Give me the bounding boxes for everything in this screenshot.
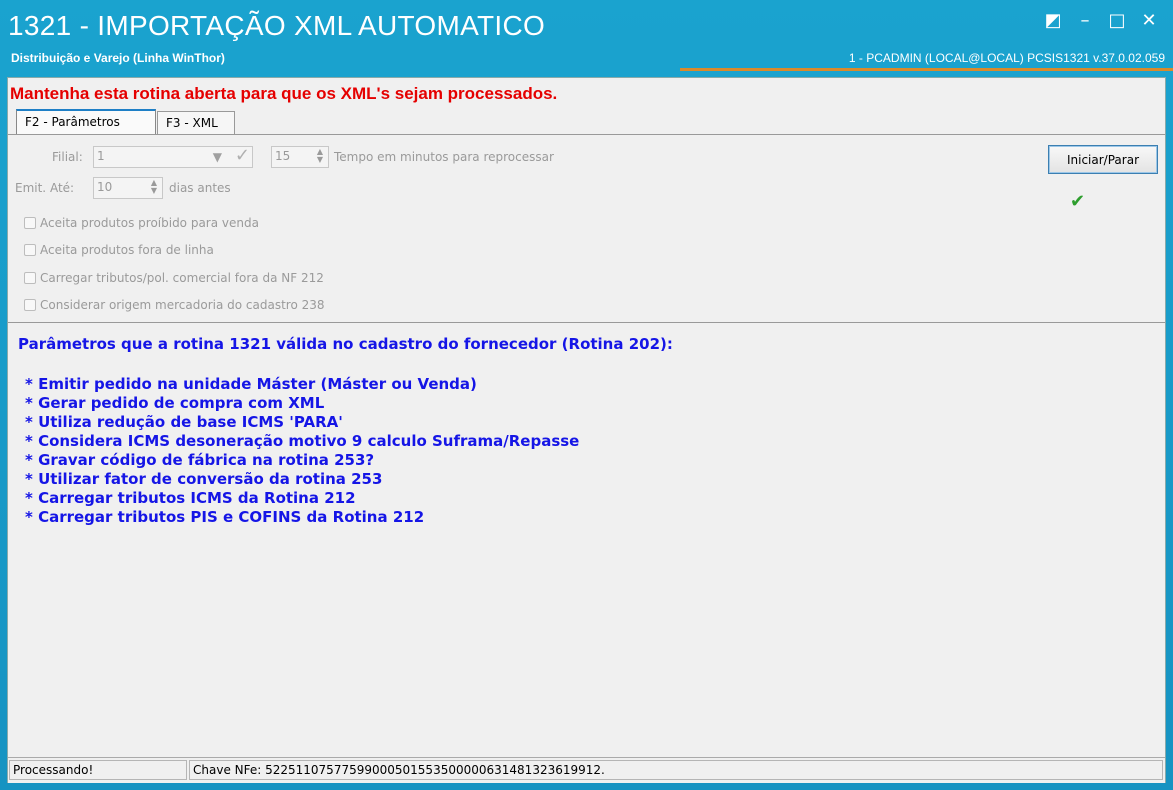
tab-parametros[interactable]: F2 - Parâmetros bbox=[16, 109, 156, 134]
list-item: * Carregar tributos PIS e COFINS da Roti… bbox=[25, 508, 425, 526]
checkbox[interactable] bbox=[24, 217, 36, 229]
list-item: * Considera ICMS desoneração motivo 9 ca… bbox=[25, 432, 580, 450]
app-window: 1321 - IMPORTAÇÃO XML AUTOMATICO Distrib… bbox=[0, 0, 1173, 790]
user-info: 1 - PCADMIN (LOCAL@LOCAL) PCSIS1321 v.37… bbox=[848, 51, 1165, 65]
warning-message: Mantenha esta rotina aberta para que os … bbox=[10, 84, 558, 103]
window-subtitle: Distribuição e Varejo (Linha WinThor) bbox=[11, 51, 225, 65]
checkbox-proibido-venda[interactable]: Aceita produtos proíbido para venda bbox=[24, 214, 259, 232]
spinner-arrows-icon[interactable]: ▲ ▼ bbox=[314, 148, 326, 166]
filial-label: Filial: bbox=[52, 150, 83, 164]
checkbox-label: Carregar tributos/pol. comercial fora da… bbox=[40, 271, 324, 285]
emit-value: 10 bbox=[97, 180, 113, 194]
info-title: Parâmetros que a rotina 1321 válida no c… bbox=[18, 335, 673, 353]
emit-suffix: dias antes bbox=[169, 181, 231, 195]
status-bar: Processando! Chave NFe: 5225110757759900… bbox=[8, 757, 1165, 783]
checkbox[interactable] bbox=[24, 299, 36, 311]
emit-spinner[interactable]: 10 ▲ ▼ bbox=[93, 177, 163, 199]
title-bar[interactable]: 1321 - IMPORTAÇÃO XML AUTOMATICO Distrib… bbox=[0, 0, 1173, 74]
parameters-panel: Filial: 1 ▼ ✓ 15 ▲ ▼ Tempo em minutos par… bbox=[8, 135, 1165, 321]
list-item: * Utilizar fator de conversão da rotina … bbox=[25, 470, 383, 488]
checkbox-fora-de-linha[interactable]: Aceita produtos fora de linha bbox=[24, 241, 214, 259]
filial-value: 1 bbox=[97, 149, 105, 163]
checkbox-label: Aceita produtos proíbido para venda bbox=[40, 216, 259, 230]
list-item: * Carregar tributos ICMS da Rotina 212 bbox=[25, 489, 356, 507]
filial-select[interactable]: 1 ▼ ✓ bbox=[93, 145, 253, 168]
list-item: * Gravar código de fábrica na rotina 253… bbox=[25, 451, 375, 469]
check-icon[interactable]: ✓ bbox=[235, 145, 250, 166]
checkbox-label: Considerar origem mercadoria do cadastro… bbox=[40, 298, 325, 312]
close-icon[interactable]: ✕ bbox=[1135, 10, 1163, 32]
checkbox[interactable] bbox=[24, 272, 36, 284]
green-check-icon: ✔ bbox=[1070, 191, 1086, 212]
restore-icon[interactable]: ◩ bbox=[1039, 10, 1067, 32]
start-stop-button[interactable]: Iniciar/Parar bbox=[1048, 145, 1158, 174]
checkbox-origem-mercadoria[interactable]: Considerar origem mercadoria do cadastro… bbox=[24, 296, 325, 314]
checkbox-carregar-tributos[interactable]: Carregar tributos/pol. comercial fora da… bbox=[24, 269, 324, 287]
window-controls: ◩ – □ ✕ bbox=[1039, 10, 1163, 32]
spinner-arrows-icon[interactable]: ▲ ▼ bbox=[148, 179, 160, 197]
checkbox[interactable] bbox=[24, 244, 36, 256]
tempo-value: 15 bbox=[275, 149, 291, 163]
info-list: * Emitir pedido na unidade Máster (Máste… bbox=[25, 375, 579, 527]
chave-nfe: Chave NFe: 52251107577599000501553500000… bbox=[189, 760, 1163, 780]
list-item: * Emitir pedido na unidade Máster (Máste… bbox=[25, 375, 477, 393]
emit-label: Emit. Até: bbox=[15, 181, 75, 195]
tempo-spinner[interactable]: 15 ▲ ▼ bbox=[271, 146, 329, 168]
list-item: * Gerar pedido de compra com XML bbox=[25, 394, 325, 412]
tempo-label: Tempo em minutos para reprocessar bbox=[334, 150, 554, 164]
accent-line bbox=[680, 68, 1173, 71]
tab-xml[interactable]: F3 - XML bbox=[157, 111, 235, 134]
checkbox-label: Aceita produtos fora de linha bbox=[40, 243, 214, 257]
status-text: Processando! bbox=[9, 760, 187, 780]
info-panel: Parâmetros que a rotina 1321 válida no c… bbox=[8, 322, 1165, 747]
main-content: Mantenha esta rotina aberta para que os … bbox=[7, 77, 1166, 783]
maximize-icon[interactable]: □ bbox=[1103, 10, 1131, 32]
chevron-down-icon: ▼ bbox=[212, 150, 222, 164]
list-item: * Utiliza redução de base ICMS 'PARA' bbox=[25, 413, 343, 431]
window-title: 1321 - IMPORTAÇÃO XML AUTOMATICO bbox=[8, 10, 546, 41]
minimize-icon[interactable]: – bbox=[1071, 10, 1099, 32]
